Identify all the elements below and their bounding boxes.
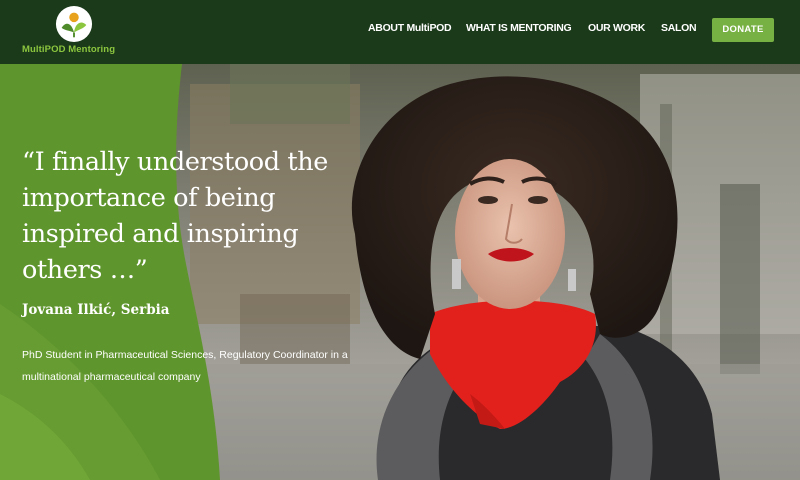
testimonial-quote: “I finally understood the importance of … — [22, 147, 328, 285]
logo[interactable]: MultiPOD Mentoring — [22, 4, 128, 58]
donate-button[interactable]: DONATE — [712, 18, 774, 42]
testimonial-role: PhD Student in Pharmaceutical Sciences, … — [22, 349, 348, 383]
hero-section: “I finally understood the importance of … — [0, 64, 800, 480]
logo-text: MultiPOD Mentoring — [22, 44, 116, 55]
nav-what-is-mentoring[interactable]: WHAT IS MENTORING — [466, 22, 572, 38]
nav-our-work[interactable]: OUR WORK — [588, 22, 645, 38]
site-header: MultiPOD Mentoring ABOUT MultiPOD WHAT I… — [0, 0, 800, 64]
nav-about[interactable]: ABOUT MultiPOD — [368, 22, 452, 38]
logo-icon — [55, 5, 93, 43]
nav-salon[interactable]: SALON — [661, 22, 697, 38]
testimonial-author: Jovana Ilkić, Serbia — [22, 302, 170, 318]
